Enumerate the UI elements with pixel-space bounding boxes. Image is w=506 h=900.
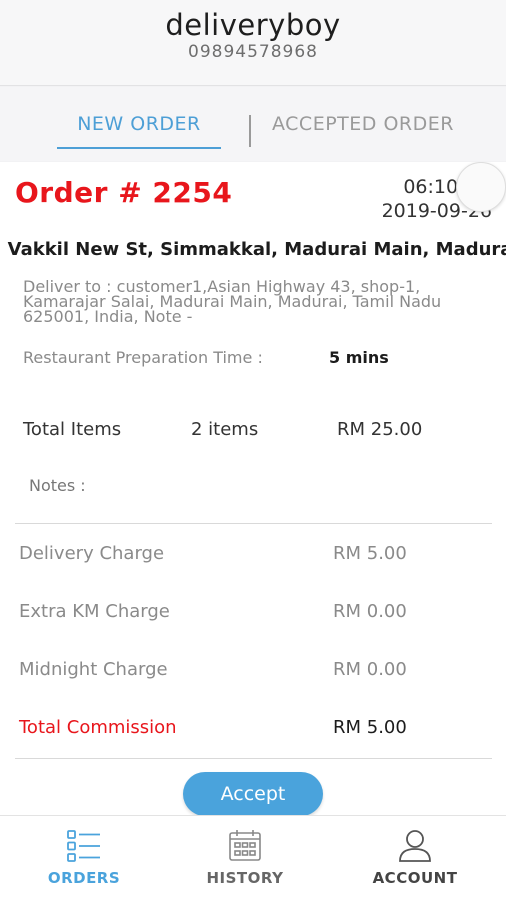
bottom-nav: ORDERS HISTORY ACCOUNT	[0, 815, 506, 900]
tab-new-order[interactable]: NEW ORDER	[57, 113, 221, 149]
nav-account[interactable]: ACCOUNT	[331, 816, 499, 900]
extra-km-charge-value: RM 0.00	[333, 601, 407, 622]
delivery-charge-label: Delivery Charge	[19, 543, 165, 564]
nav-account-label: ACCOUNT	[372, 869, 458, 887]
nav-orders[interactable]: ORDERS	[0, 816, 168, 900]
floating-circle-button[interactable]	[456, 162, 506, 212]
order-tabs: NEW ORDER ACCEPTED ORDER	[0, 87, 506, 161]
nav-history-label: HISTORY	[206, 869, 284, 887]
order-number: Order # 2254	[15, 176, 233, 209]
restaurant-address-text: 3, Vakkil New St, Simmakkal, Madurai Mai…	[0, 239, 506, 260]
deliver-to-text: Deliver to : customer1,Asian Highway 43,…	[23, 277, 442, 326]
notes-label: Notes :	[29, 476, 86, 495]
divider	[15, 523, 492, 524]
midnight-charge-value: RM 0.00	[333, 659, 407, 680]
prep-time-value: 5 mins	[329, 348, 389, 367]
nav-history[interactable]: HISTORY	[161, 816, 329, 900]
user-name: deliveryboy	[165, 8, 341, 42]
nav-orders-label: ORDERS	[47, 869, 121, 887]
user-icon	[399, 830, 431, 862]
list-icon	[67, 830, 100, 862]
total-items-amount: RM 25.00	[337, 419, 423, 440]
extra-km-charge-label: Extra KM Charge	[19, 601, 170, 622]
prep-time-label: Restaurant Preparation Time :	[23, 348, 263, 367]
restaurant-address: 3, Vakkil New St, Simmakkal, Madurai Mai…	[0, 239, 506, 260]
total-items-count: 2 items	[191, 419, 259, 440]
total-commission-label: Total Commission	[19, 717, 177, 738]
order-card: Order # 2254 06:10 PM 2019-09-26 3, Vakk…	[0, 162, 506, 815]
delivery-charge-value: RM 5.00	[333, 543, 407, 564]
user-phone: 09894578968	[188, 42, 318, 62]
tab-accepted-order[interactable]: ACCEPTED ORDER	[272, 113, 454, 135]
accept-button[interactable]: Accept	[183, 772, 323, 815]
total-commission-value: RM 5.00	[333, 717, 407, 738]
calendar-icon	[229, 830, 261, 861]
midnight-charge-label: Midnight Charge	[19, 659, 168, 680]
tab-divider	[249, 115, 251, 147]
total-items-label: Total Items	[23, 419, 122, 440]
profile-header: deliveryboy 09894578968	[0, 0, 506, 86]
divider	[15, 758, 492, 759]
